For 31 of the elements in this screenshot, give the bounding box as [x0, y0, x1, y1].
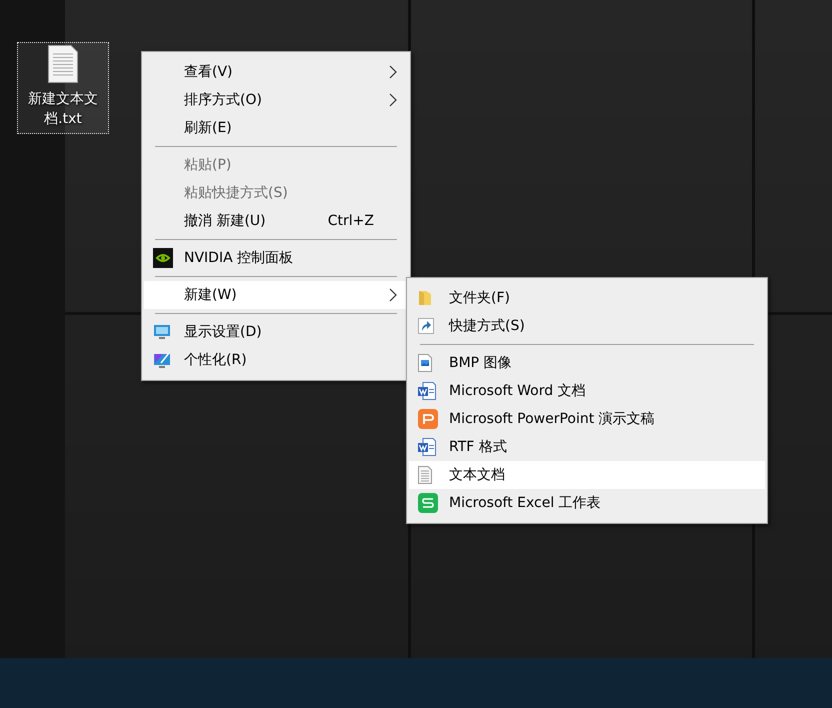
menu-item[interactable]: Microsoft Excel 工作表 [409, 489, 765, 517]
text-file-icon [418, 466, 432, 484]
monitor-brush-icon [153, 351, 171, 369]
text-file-icon [48, 45, 78, 83]
menu-item[interactable]: 文本文档 [409, 461, 765, 489]
chevron-right-icon [389, 288, 397, 302]
chevron-right-icon [389, 65, 397, 79]
shortcut-label: Ctrl+Z [328, 213, 375, 229]
menu-item[interactable]: 新建(W) [144, 281, 408, 309]
menu-item[interactable]: 显示设置(D) [144, 318, 408, 346]
menu-item[interactable]: 快捷方式(S) [409, 312, 765, 340]
menu-item[interactable]: 查看(V) [144, 58, 408, 86]
menu-item[interactable]: 文件夹(F) [409, 284, 765, 312]
folder-icon [418, 290, 432, 306]
menu-item[interactable]: 刷新(E) [144, 114, 408, 142]
menu-item[interactable]: 个性化(R) [144, 346, 408, 374]
presentation-app-icon [418, 409, 438, 429]
menu-item[interactable]: NVIDIA 控制面板 [144, 244, 408, 272]
image-file-icon [418, 354, 432, 372]
chevron-right-icon [389, 93, 397, 107]
menu-item[interactable]: BMP 图像 [409, 349, 765, 377]
menu-item[interactable]: Microsoft PowerPoint 演示文稿 [409, 405, 765, 433]
word-doc-icon [418, 382, 436, 400]
menu-item[interactable]: Microsoft Word 文档 [409, 377, 765, 405]
menu-item[interactable]: 排序方式(O) [144, 86, 408, 114]
word-doc-icon [418, 438, 436, 456]
menu-item[interactable]: 撤消 新建(U) Ctrl+Z [144, 207, 408, 235]
desktop-icon[interactable]: 新建文本文档.txt [17, 42, 109, 134]
spreadsheet-app-icon [418, 493, 438, 513]
monitor-icon [153, 323, 171, 341]
menu-item[interactable]: RTF 格式 [409, 433, 765, 461]
